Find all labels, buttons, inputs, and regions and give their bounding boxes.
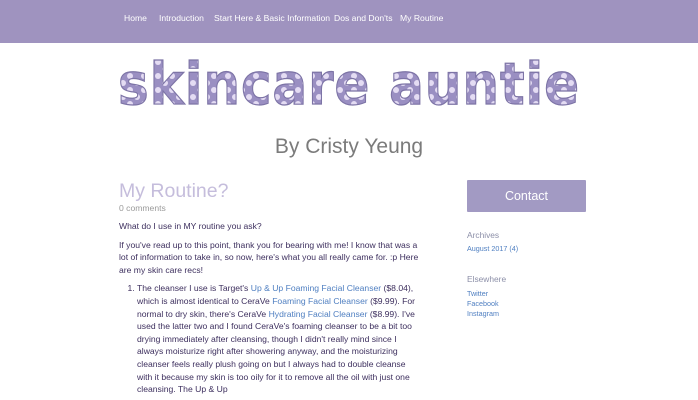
comments-count-link[interactable]: 0 comments	[119, 203, 419, 214]
instagram-link[interactable]: Instagram	[467, 309, 587, 319]
nav-item-start-here[interactable]: Start Here & Basic Information	[214, 13, 330, 23]
nav-item-dos-and-donts[interactable]: Dos and Don'ts	[334, 13, 393, 23]
list-text: ($8.99). I've used the latter two and I …	[137, 308, 415, 395]
nav-item-home[interactable]: Home	[124, 13, 147, 23]
site-logo[interactable]: skincare auntie	[0, 58, 698, 116]
post-paragraph: If you've read up to this point, thank y…	[119, 239, 419, 275]
author-byline: By Cristy Yeung	[274, 135, 424, 158]
elsewhere-heading: Elsewhere	[467, 274, 507, 284]
post-content: My Routine? 0 comments What do I use in …	[119, 180, 419, 400]
archives-heading: Archives	[467, 230, 500, 240]
list-item: The cleanser I use is Target's Up & Up F…	[137, 282, 419, 395]
archive-link-august-2017[interactable]: August 2017 (4)	[467, 244, 587, 254]
sidebar: Contact Archives August 2017 (4) Elsewhe…	[467, 180, 587, 319]
nav-item-my-routine[interactable]: My Routine	[400, 13, 443, 23]
list-text: The cleanser I use is Target's	[137, 283, 251, 294]
post-title[interactable]: My Routine?	[119, 180, 419, 202]
routine-list: The cleanser I use is Target's Up & Up F…	[119, 282, 419, 395]
twitter-link[interactable]: Twitter	[467, 289, 587, 299]
top-navigation-bar: Home Introduction Start Here & Basic Inf…	[0, 0, 698, 43]
nav-item-introduction[interactable]: Introduction	[159, 13, 204, 23]
contact-button[interactable]: Contact	[467, 180, 586, 212]
facebook-link[interactable]: Facebook	[467, 299, 587, 309]
hydrating-facial-cleanser-link[interactable]: Hydrating Facial Cleanser	[269, 309, 368, 319]
svg-text:skincare auntie: skincare auntie	[118, 58, 580, 116]
foaming-facial-cleanser-link[interactable]: Foaming Facial Cleanser	[272, 296, 368, 306]
up-and-up-cleanser-link[interactable]: Up & Up Foaming Facial Cleanser	[251, 283, 381, 293]
post-intro: What do I use in MY routine you ask?	[119, 221, 262, 231]
